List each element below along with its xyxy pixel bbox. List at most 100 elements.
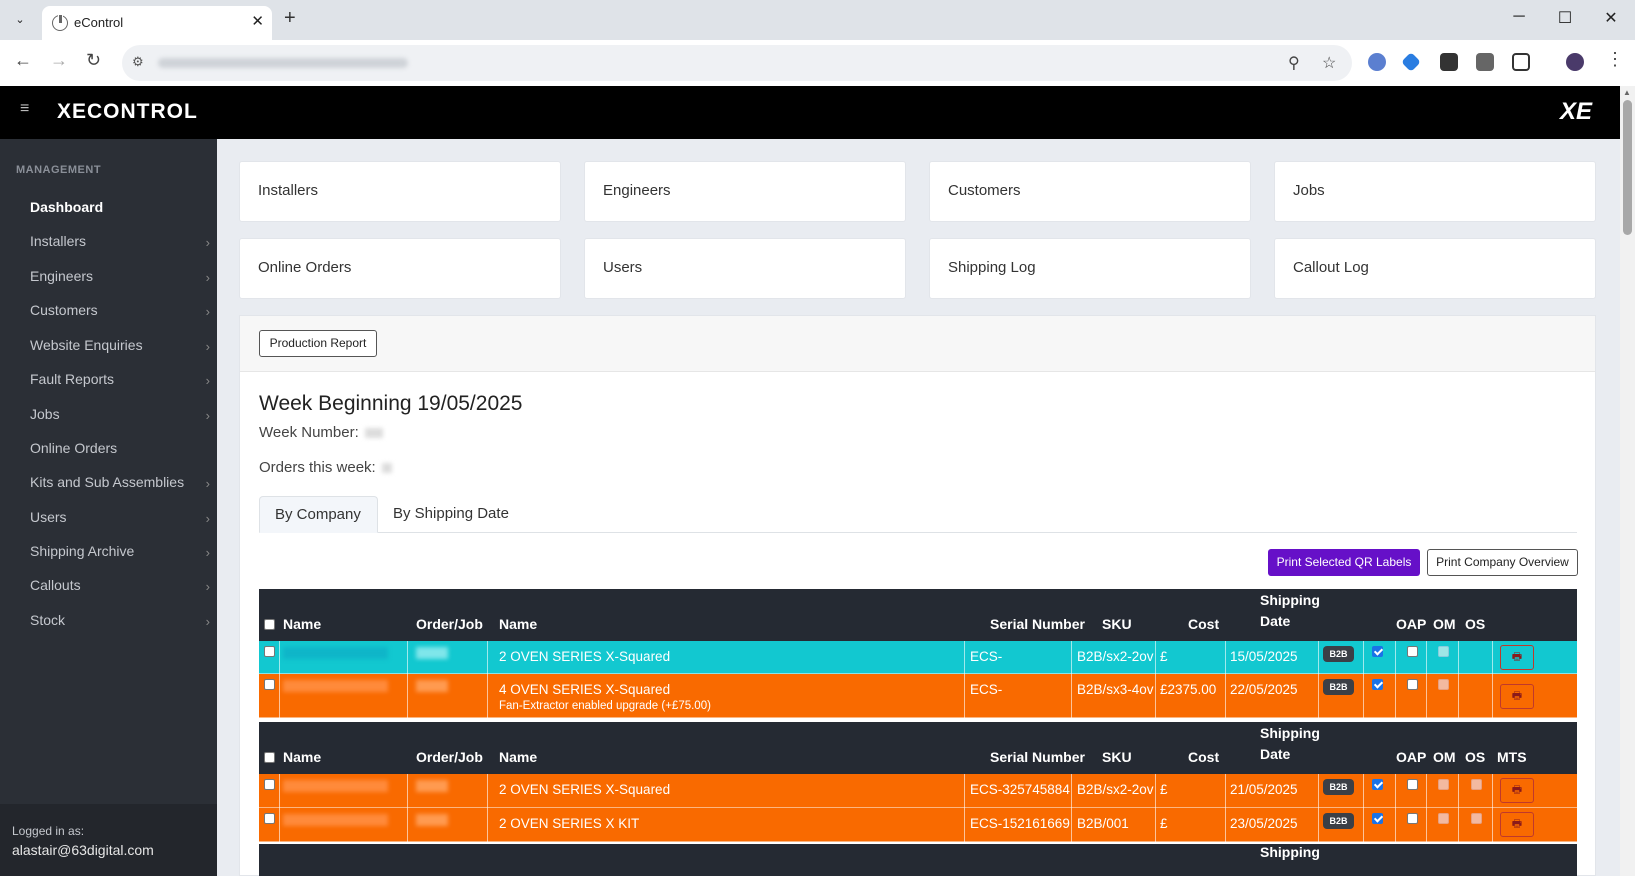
- sidebar-item-users[interactable]: Users ›: [30, 509, 210, 526]
- hamburger-menu-icon[interactable]: ≡: [20, 100, 29, 118]
- profile-avatar[interactable]: [1566, 53, 1584, 71]
- tab-search-dropdown-icon[interactable]: ⌄: [8, 8, 32, 32]
- sidebar-item-online-orders[interactable]: Online Orders: [30, 440, 210, 456]
- extension-3-icon[interactable]: [1440, 53, 1458, 71]
- scrollbar-thumb[interactable]: [1623, 100, 1632, 235]
- sidebar-item-callouts[interactable]: Callouts ›: [30, 577, 210, 594]
- window-close-button[interactable]: ✕: [1596, 8, 1626, 28]
- card-label: Customers: [948, 182, 1021, 199]
- tab-by-shipping-date[interactable]: By Shipping Date: [378, 496, 524, 533]
- browser-toolbar: ← → ↻ ⚙ ⚲ ☆ ⋮: [0, 40, 1635, 86]
- sidebar-item-shipping-archive[interactable]: Shipping Archive ›: [30, 543, 210, 560]
- select-all-checkbox[interactable]: [264, 619, 275, 630]
- om-checkbox[interactable]: [1407, 779, 1418, 790]
- oap-checkbox[interactable]: [1372, 813, 1383, 824]
- production-report-button[interactable]: Production Report: [259, 330, 377, 357]
- sidebar-item-dashboard[interactable]: Dashboard: [30, 199, 210, 215]
- card-installers[interactable]: Installers: [239, 161, 561, 222]
- cell-divider: [964, 808, 965, 842]
- row-checkbox[interactable]: [264, 679, 275, 690]
- reload-icon[interactable]: ↻: [86, 50, 101, 71]
- sidebar-item-stock[interactable]: Stock ›: [30, 612, 210, 629]
- cell-divider: [1363, 674, 1364, 718]
- chevron-right-icon: ›: [205, 408, 210, 423]
- brand-logo-right: XE: [1559, 98, 1592, 125]
- product-name: 2 OVEN SERIES X-Squared: [499, 649, 671, 664]
- row-checkbox[interactable]: [264, 646, 275, 657]
- card-jobs[interactable]: Jobs: [1274, 161, 1596, 222]
- zoom-icon[interactable]: ⚲: [1288, 53, 1300, 73]
- print-label-button[interactable]: 🖶: [1500, 684, 1534, 709]
- oap-checkbox[interactable]: [1372, 679, 1383, 690]
- cell-divider: [407, 808, 408, 842]
- table-row[interactable]: 2 OVEN SERIES X-Squared ECS- B2B/sx2-2ov £1…: [259, 641, 1577, 674]
- select-all-checkbox[interactable]: [264, 752, 275, 763]
- printer-icon: 🖶: [1511, 818, 1523, 830]
- cost: £: [1160, 782, 1168, 797]
- sidebar-item-label: Jobs: [30, 406, 60, 422]
- serial-number: ECS-: [970, 649, 1003, 664]
- col-shipping-date: Shipping Date: [1260, 723, 1320, 765]
- extension-2-icon[interactable]: [1401, 52, 1421, 72]
- row-checkbox[interactable]: [264, 779, 275, 790]
- browser-tab[interactable]: eControl ✕: [42, 6, 272, 40]
- extension-4-icon[interactable]: [1476, 53, 1494, 71]
- sidebar-item-customers[interactable]: Customers ›: [30, 302, 210, 319]
- sidebar-item-website-enquiries[interactable]: Website Enquiries ›: [30, 337, 210, 354]
- orders-week-line: Orders this week:: [259, 459, 392, 476]
- new-tab-button[interactable]: +: [284, 7, 296, 30]
- col-serial: Serial Number: [990, 616, 1085, 632]
- print-qr-labels-button[interactable]: Print Selected QR Labels: [1268, 549, 1420, 576]
- col-sku: SKU: [1102, 616, 1132, 632]
- sidebar-item-fault-reports[interactable]: Fault Reports ›: [30, 371, 210, 388]
- sidebar-item-jobs[interactable]: Jobs ›: [30, 406, 210, 423]
- cell-divider: [1071, 674, 1072, 718]
- om-checkbox[interactable]: [1407, 679, 1418, 690]
- sidebar-item-engineers[interactable]: Engineers ›: [30, 268, 210, 285]
- oap-checkbox[interactable]: [1372, 646, 1383, 657]
- sidebar-item-installers[interactable]: Installers ›: [30, 233, 210, 250]
- table-row[interactable]: 2 OVEN SERIES X KIT ECS-152161669 B2B/001 £…: [259, 808, 1577, 842]
- sidebar-item-label: Fault Reports: [30, 371, 115, 387]
- page-scrollbar[interactable]: ▲: [1620, 86, 1635, 876]
- url-redacted: [158, 58, 408, 68]
- card-engineers[interactable]: Engineers: [584, 161, 906, 222]
- card-users[interactable]: Users: [584, 238, 906, 299]
- cell-divider: [1426, 774, 1427, 808]
- row-checkbox[interactable]: [264, 813, 275, 824]
- card-label: Users: [603, 259, 643, 276]
- site-info-icon[interactable]: ⚙: [132, 54, 144, 70]
- sidebar-item-label: Kits and Sub Assemblies: [30, 474, 185, 490]
- view-tabs: By Company By Shipping Date: [259, 496, 1577, 533]
- print-label-button[interactable]: 🖶: [1500, 645, 1534, 670]
- extensions-puzzle-icon[interactable]: [1512, 53, 1530, 71]
- extension-1-icon[interactable]: [1368, 53, 1386, 71]
- app-logo[interactable]: XECONTROL: [57, 100, 198, 124]
- browser-menu-icon[interactable]: ⋮: [1606, 49, 1624, 70]
- table-row[interactable]: 2 OVEN SERIES X-Squared ECS-325745884 B2B/…: [259, 774, 1577, 808]
- om-checkbox[interactable]: [1407, 813, 1418, 824]
- print-company-overview-button[interactable]: Print Company Overview: [1427, 549, 1578, 576]
- back-icon[interactable]: ←: [14, 50, 32, 71]
- print-label-button[interactable]: 🖶: [1500, 778, 1534, 803]
- forward-icon[interactable]: →: [50, 50, 68, 71]
- sidebar-item-label: Callouts: [30, 577, 81, 593]
- oap-checkbox[interactable]: [1372, 779, 1383, 790]
- cell-divider: [1492, 774, 1493, 808]
- sidebar-item-kits-and-sub-assemblies[interactable]: Kits and Sub Assemblies ›: [30, 474, 210, 491]
- card-online-orders[interactable]: Online Orders: [239, 238, 561, 299]
- print-label-button[interactable]: 🖶: [1500, 812, 1534, 837]
- maximize-button[interactable]: ☐: [1550, 8, 1580, 28]
- chevron-right-icon: ›: [205, 579, 210, 594]
- address-bar[interactable]: ⚙ ⚲ ☆: [122, 45, 1352, 81]
- tab-by-company[interactable]: By Company: [259, 496, 378, 533]
- table-row[interactable]: 4 OVEN SERIES X-Squared Fan-Extractor ena…: [259, 674, 1577, 718]
- om-checkbox[interactable]: [1407, 646, 1418, 657]
- card-shipping-log[interactable]: Shipping Log: [929, 238, 1251, 299]
- minimize-button[interactable]: ─: [1504, 8, 1534, 26]
- bookmark-star-icon[interactable]: ☆: [1322, 53, 1336, 73]
- tab-close-button[interactable]: ✕: [251, 12, 264, 30]
- scroll-up-icon[interactable]: ▲: [1623, 88, 1631, 97]
- card-customers[interactable]: Customers: [929, 161, 1251, 222]
- card-callout-log[interactable]: Callout Log: [1274, 238, 1596, 299]
